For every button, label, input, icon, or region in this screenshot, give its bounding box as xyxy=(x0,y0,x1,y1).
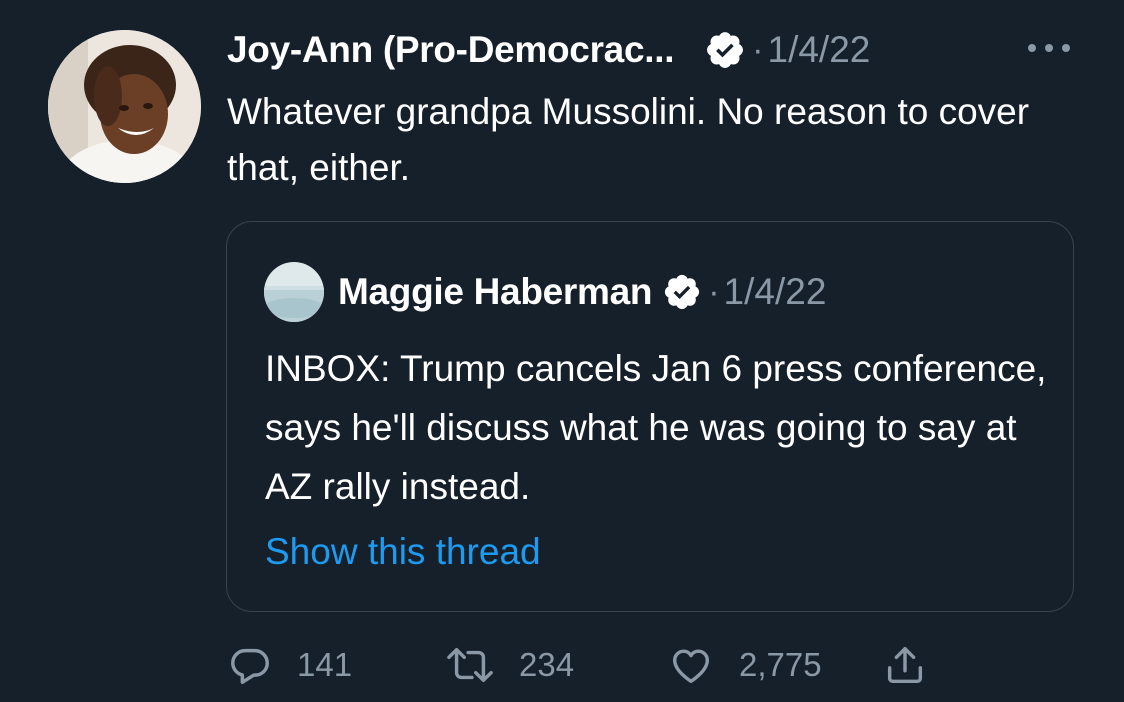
quoted-tweet-text: INBOX: Trump cancels Jan 6 press confere… xyxy=(265,348,1047,507)
share-icon xyxy=(882,641,928,689)
separator-dot: · xyxy=(752,30,764,69)
show-thread-link[interactable]: Show this thread xyxy=(265,524,541,580)
quoted-tweet[interactable]: Maggie Haberman · 1/4/22 INBOX: Trump ca… xyxy=(226,221,1074,612)
tweet[interactable]: Joy-Ann (Pro-Democrac... · 1/4/22 Whatev… xyxy=(0,0,1124,702)
quoted-author-avatar[interactable] xyxy=(264,262,324,322)
reply-count: 141 xyxy=(297,646,353,683)
reply-button[interactable]: 141 xyxy=(227,640,352,690)
reply-icon xyxy=(227,642,273,688)
like-count: 2,775 xyxy=(739,646,822,683)
retweet-button[interactable]: 234 xyxy=(445,640,574,690)
more-horizontal-icon[interactable] xyxy=(1024,36,1074,60)
verified-badge-icon xyxy=(662,272,702,312)
retweet-icon xyxy=(445,642,495,688)
quoted-tweet-header: Maggie Haberman · 1/4/22 xyxy=(264,262,826,322)
like-button[interactable]: 2,775 xyxy=(667,640,822,690)
separator-dot: · xyxy=(708,272,720,311)
verified-badge-icon xyxy=(704,29,746,71)
tweet-text: Whatever grandpa Mussolini. No reason to… xyxy=(227,91,1030,188)
quoted-author-name[interactable]: Maggie Haberman xyxy=(338,271,653,313)
tweet-actions: 141 234 2,775 xyxy=(227,640,987,690)
tweet-header: Joy-Ann (Pro-Democrac... · 1/4/22 xyxy=(227,22,870,78)
heart-icon xyxy=(667,642,715,688)
author-avatar[interactable] xyxy=(48,30,201,183)
share-button[interactable] xyxy=(882,640,928,690)
author-name[interactable]: Joy-Ann (Pro-Democrac... xyxy=(227,29,674,71)
retweet-count: 234 xyxy=(519,646,575,683)
tweet-date[interactable]: 1/4/22 xyxy=(768,29,871,71)
quoted-tweet-date[interactable]: 1/4/22 xyxy=(724,271,827,313)
